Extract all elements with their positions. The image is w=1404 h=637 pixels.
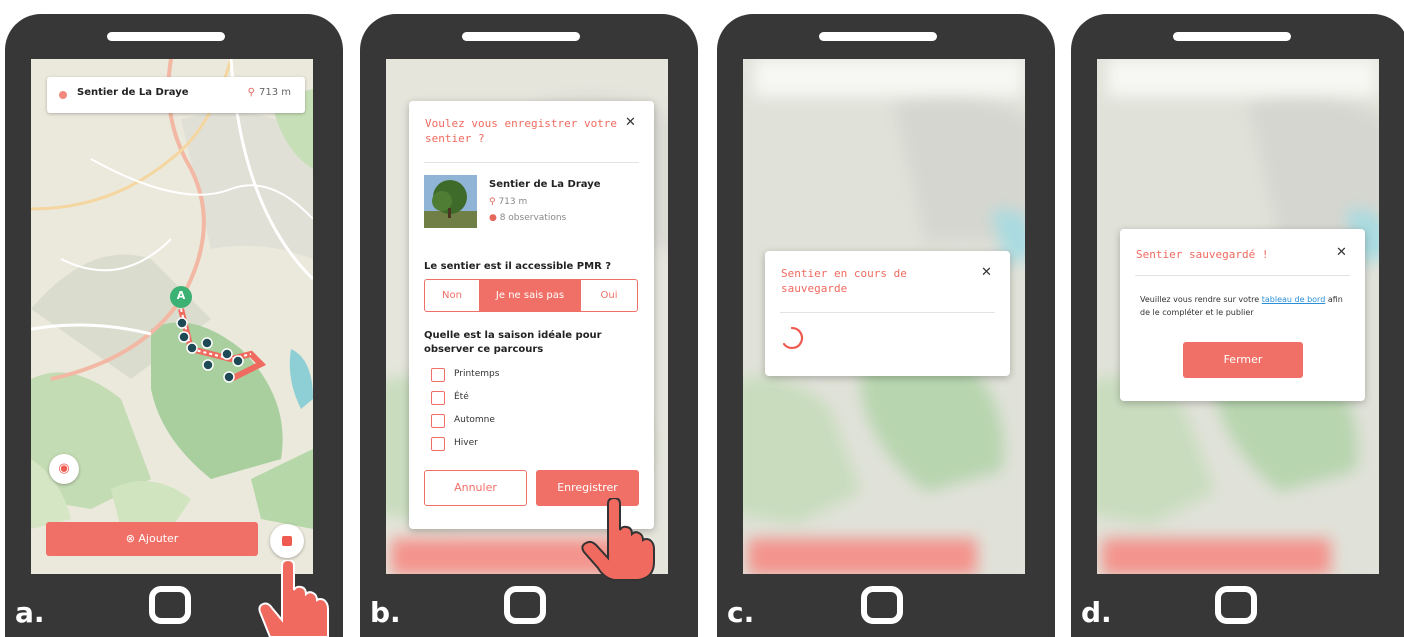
trail-header[interactable]: Sentier de La Draye ⚲ 713 m xyxy=(47,77,305,113)
season-label: Été xyxy=(454,392,469,402)
panel-caption: d. xyxy=(1081,596,1112,629)
screen-saved: Sentier sauvegardé ! ✕ Veuillez vous ren… xyxy=(1097,59,1379,574)
phone-d: Sentier sauvegardé ! ✕ Veuillez vous ren… xyxy=(1071,14,1404,637)
pmr-option-unknown[interactable]: Je ne sais pas xyxy=(479,280,581,311)
trail-distance: 713 m xyxy=(498,197,528,207)
screen-save-dialog: Voulez vous enregistrer votre sentier ? … xyxy=(386,59,668,574)
panel-caption: a. xyxy=(15,596,45,629)
phone-speaker xyxy=(819,32,937,41)
locate-button[interactable]: ◉ xyxy=(49,454,79,484)
trail-name: Sentier de La Draye xyxy=(489,179,601,190)
add-icon: ⊗ xyxy=(125,532,135,545)
loading-spinner-icon xyxy=(782,326,804,350)
phone-speaker xyxy=(107,32,225,41)
dialog-title: Sentier en cours de sauvegarde xyxy=(781,267,907,295)
trail-photo xyxy=(424,175,477,228)
pmr-option-non[interactable]: Non xyxy=(425,280,479,311)
checkbox-hiver[interactable] xyxy=(431,437,445,451)
saved-dialog: Sentier sauvegardé ! ✕ Veuillez vous ren… xyxy=(1120,229,1365,401)
season-question: Quelle est la saison idéale pour observe… xyxy=(424,330,602,355)
dashboard-link[interactable]: tableau de bord xyxy=(1262,295,1326,304)
dialog-title: Voulez vous enregistrer votre sentier ? xyxy=(425,117,618,145)
season-label: Printemps xyxy=(454,369,500,379)
pmr-option-oui[interactable]: Oui xyxy=(581,280,637,311)
start-marker-label: A xyxy=(176,289,186,302)
home-button[interactable] xyxy=(1215,586,1257,624)
tap-hand-icon xyxy=(258,560,329,637)
close-icon[interactable]: ✕ xyxy=(1336,245,1347,260)
panel-caption: b. xyxy=(370,596,401,629)
screen-map: A Sentier de La Draye ⚲ 713 m ◉ ⊗ Ajouter xyxy=(31,59,313,574)
home-button[interactable] xyxy=(504,586,546,624)
phone-speaker xyxy=(1173,32,1291,41)
trail-distance: 713 m xyxy=(258,87,291,98)
divider xyxy=(780,312,995,313)
divider xyxy=(424,162,639,163)
save-dialog: Voulez vous enregistrer votre sentier ? … xyxy=(409,101,654,529)
distance-icon: ⚲ 713 m xyxy=(247,87,291,98)
close-icon[interactable]: ✕ xyxy=(625,115,636,130)
add-button-label: Ajouter xyxy=(138,532,179,545)
distance-row: ⚲ 713 m xyxy=(489,197,527,207)
observations-row: ● 8 observations xyxy=(489,213,566,223)
saving-dialog: Sentier en cours de sauvegarde ✕ xyxy=(765,251,1010,376)
screen-saving: Sentier en cours de sauvegarde ✕ xyxy=(743,59,1025,574)
phone-speaker xyxy=(462,32,580,41)
pmr-question: Le sentier est il accessible PMR ? xyxy=(424,261,612,272)
observation-icon: ● xyxy=(489,213,500,223)
tap-hand-icon xyxy=(581,498,655,581)
cancel-button[interactable]: Annuler xyxy=(424,470,527,506)
close-icon[interactable]: ✕ xyxy=(981,265,992,280)
checkbox-automne[interactable] xyxy=(431,414,445,428)
pmr-segmented-control: Non Je ne sais pas Oui xyxy=(424,279,638,312)
phone-c: Sentier en cours de sauvegarde ✕ c. xyxy=(717,14,1055,637)
add-button[interactable]: ⊗ Ajouter xyxy=(46,522,258,556)
trail-name: Sentier de La Draye xyxy=(77,87,189,98)
message-text: Veuillez vous rendre sur votre xyxy=(1140,295,1262,304)
map-view[interactable] xyxy=(31,59,313,574)
panel-caption: c. xyxy=(727,596,755,629)
saved-message: Veuillez vous rendre sur votre tableau d… xyxy=(1140,293,1345,319)
divider xyxy=(1135,275,1350,276)
season-label: Automne xyxy=(454,415,495,425)
checkbox-ete[interactable] xyxy=(431,391,445,405)
home-button[interactable] xyxy=(149,586,191,624)
stop-recording-button[interactable] xyxy=(270,524,304,558)
observations-count: 8 observations xyxy=(499,213,567,223)
home-button[interactable] xyxy=(861,586,903,624)
close-button[interactable]: Fermer xyxy=(1183,342,1303,378)
trail-dot-icon xyxy=(59,91,67,99)
stop-icon xyxy=(282,536,292,546)
phone-a: A Sentier de La Draye ⚲ 713 m ◉ ⊗ Ajouter… xyxy=(5,14,343,637)
checkbox-printemps[interactable] xyxy=(431,368,445,382)
locate-icon: ◉ xyxy=(58,461,70,476)
season-label: Hiver xyxy=(454,438,478,448)
dialog-title: Sentier sauvegardé ! xyxy=(1136,248,1269,261)
